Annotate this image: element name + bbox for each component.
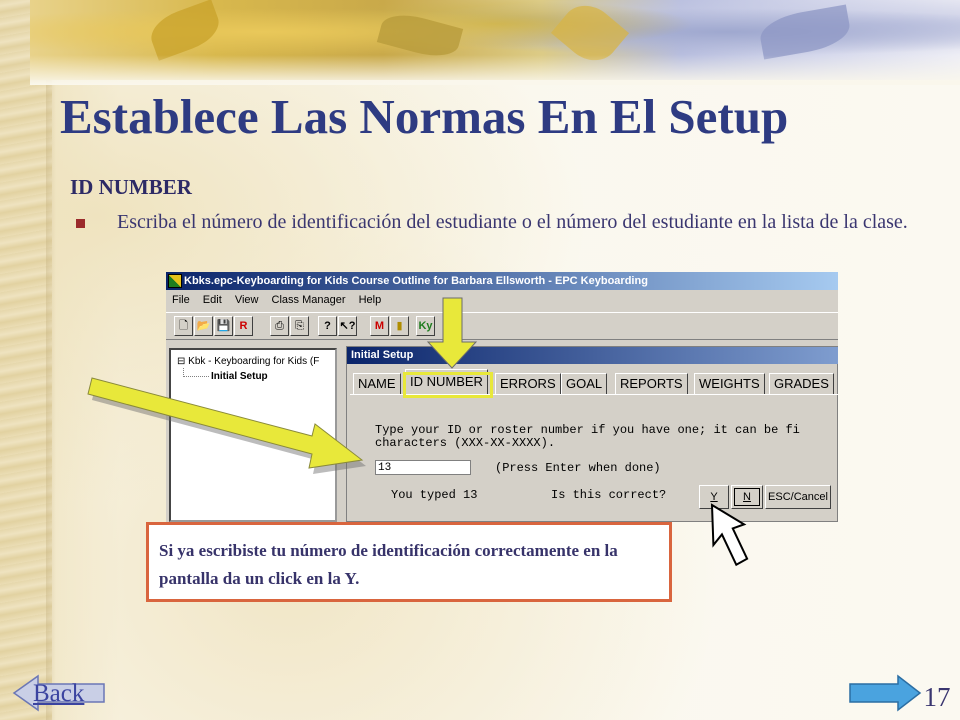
- prompt-line-2: characters (XXX-XX-XXXX).: [375, 436, 556, 450]
- course-tree: ⊟ Kbk - Keyboarding for Kids (F Initial …: [169, 348, 337, 522]
- bullet-text: Escriba el número de identificación del …: [117, 211, 908, 233]
- section-heading: ID NUMBER: [70, 175, 192, 199]
- chart-icon[interactable]: M: [370, 316, 389, 336]
- app-window-screenshot: Kbks.epc-Keyboarding for Kids Course Out…: [166, 272, 838, 522]
- tab-name[interactable]: NAME: [353, 373, 401, 395]
- panel-title: Initial Setup: [347, 347, 838, 364]
- tree-item-course[interactable]: ⊟ Kbk - Keyboarding for Kids (F: [177, 356, 319, 367]
- tab-errors[interactable]: ERRORS: [495, 373, 561, 395]
- press-enter-hint: (Press Enter when done): [495, 461, 661, 475]
- tree-item-initial-setup[interactable]: Initial Setup: [211, 371, 268, 382]
- menu-view[interactable]: View: [235, 294, 259, 306]
- left-shadow: [46, 80, 56, 720]
- confirm-question: Is this correct?: [551, 488, 667, 502]
- tab-goal[interactable]: GOAL: [561, 373, 608, 395]
- no-button[interactable]: N: [731, 485, 763, 509]
- cancel-button[interactable]: ESC/Cancel: [765, 485, 831, 509]
- page-number: 17: [923, 682, 951, 712]
- print-icon[interactable]: ⎙: [270, 316, 289, 336]
- open-icon[interactable]: 📂: [194, 316, 213, 336]
- you-typed-text: You typed 13: [391, 488, 478, 502]
- menu-class-manager[interactable]: Class Manager: [272, 294, 346, 306]
- keyboard-icon[interactable]: Ky: [416, 316, 435, 336]
- tab-reports[interactable]: REPORTS: [615, 373, 688, 395]
- tree-connector: [183, 368, 209, 377]
- pointer-help-icon[interactable]: ↖?: [338, 316, 357, 336]
- highlight-frame: [403, 372, 493, 398]
- square-bullet-icon: [76, 219, 85, 228]
- save-icon[interactable]: 💾: [214, 316, 233, 336]
- print-preview-icon[interactable]: ⎘: [290, 316, 309, 336]
- app-logo-icon: [168, 274, 182, 288]
- banner-fade: [30, 55, 960, 85]
- next-button[interactable]: [850, 678, 920, 712]
- new-icon[interactable]: 🗋: [174, 316, 193, 336]
- instruction-note: Si ya escribiste tu número de identifica…: [146, 522, 672, 602]
- menu-bar: File Edit View Class Manager Help: [166, 290, 838, 310]
- menu-edit[interactable]: Edit: [203, 294, 222, 306]
- toolbar: 🗋 📂 💾 R ⎙ ⎘ ? ↖? M ▮ Ky: [166, 312, 838, 340]
- bar-chart-icon[interactable]: ▮: [390, 316, 409, 336]
- app-window-title: Kbks.epc-Keyboarding for Kids Course Out…: [184, 275, 648, 287]
- slide-title: Establece Las Normas En El Setup: [60, 89, 789, 144]
- app-title-bar: Kbks.epc-Keyboarding for Kids Course Out…: [166, 272, 838, 290]
- help-icon[interactable]: ?: [318, 316, 337, 336]
- back-link[interactable]: Back: [33, 680, 84, 708]
- id-number-input[interactable]: [375, 460, 471, 475]
- menu-help[interactable]: Help: [359, 294, 382, 306]
- yes-button[interactable]: Y: [699, 485, 729, 509]
- menu-file[interactable]: File: [172, 294, 190, 306]
- tab-weights[interactable]: WEIGHTS: [694, 373, 765, 395]
- tab-grades[interactable]: GRADES: [769, 373, 834, 395]
- report-icon[interactable]: R: [234, 316, 253, 336]
- parchment-strip: [0, 0, 52, 720]
